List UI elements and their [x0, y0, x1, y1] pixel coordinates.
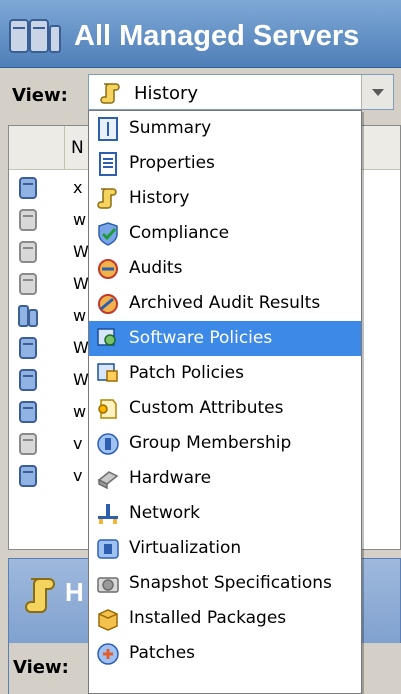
- server-icon: [19, 433, 37, 455]
- patch-policy-icon: [97, 363, 118, 382]
- server-icon: [19, 241, 37, 263]
- view-dropdown-list[interactable]: Summary Properties History Compliance Au…: [88, 110, 362, 694]
- archived-audit-icon: [98, 294, 118, 314]
- dropdown-item-snapshot-specifications[interactable]: Snapshot Specifications: [89, 566, 361, 601]
- summary-icon: [98, 117, 118, 141]
- dropdown-item-history[interactable]: History: [89, 181, 361, 216]
- view-selected-text: History: [134, 83, 199, 104]
- dropdown-item-properties[interactable]: Properties: [89, 146, 361, 181]
- snapshot-icon: [97, 577, 119, 593]
- installed-packages-icon: [98, 609, 118, 631]
- software-policy-icon: [97, 328, 116, 346]
- table-cell-name: v: [73, 466, 83, 485]
- table-cell-name: w: [73, 402, 87, 421]
- lower-view-label: View:: [13, 657, 69, 678]
- audits-icon: [98, 259, 118, 279]
- server-icon: [19, 209, 37, 231]
- dropdown-item-patches[interactable]: Patches: [89, 636, 361, 671]
- network-icon: [98, 504, 118, 524]
- view-select[interactable]: History: [88, 74, 394, 110]
- properties-icon: [99, 152, 117, 176]
- history-icon: [97, 188, 117, 209]
- server-group-icon: [18, 305, 38, 327]
- app-window: All Managed Servers View: History N x w: [0, 0, 401, 694]
- server-icon: [19, 273, 37, 295]
- server-icon: [19, 369, 37, 391]
- view-label: View:: [12, 85, 68, 106]
- table-cell-name: W: [73, 338, 89, 357]
- dropdown-item-compliance[interactable]: Compliance: [89, 216, 361, 251]
- history-icon: [25, 578, 55, 613]
- dropdown-item-summary[interactable]: Summary: [89, 111, 361, 146]
- patches-icon: [97, 643, 119, 665]
- dropdown-item-audits[interactable]: Audits: [89, 251, 361, 286]
- dropdown-item-software-policies[interactable]: Software Policies: [89, 321, 361, 356]
- table-cell-name: W: [73, 242, 89, 261]
- dropdown-item-patch-policies[interactable]: Patch Policies: [89, 356, 361, 391]
- server-icon: [19, 465, 37, 487]
- table-cell-name: w: [73, 210, 87, 229]
- chevron-down-icon[interactable]: [361, 75, 393, 109]
- table-cell-name: x: [73, 178, 83, 197]
- group-membership-icon: [97, 433, 119, 455]
- table-cell-name: w: [73, 306, 87, 325]
- table-header-icon-col[interactable]: [9, 126, 65, 170]
- dropdown-item-custom-attributes[interactable]: Custom Attributes: [89, 391, 361, 426]
- compliance-icon: [98, 222, 118, 246]
- dropdown-item-group-membership[interactable]: Group Membership: [89, 426, 361, 461]
- history-panel-title: H: [65, 577, 84, 607]
- dropdown-item-archived-audit-results[interactable]: Archived Audit Results: [89, 286, 361, 321]
- server-icon: [19, 337, 37, 359]
- dropdown-item-hardware[interactable]: Hardware: [89, 461, 361, 496]
- custom-attributes-icon: [98, 399, 117, 419]
- table-cell-name: W: [73, 274, 89, 293]
- dropdown-item-installed-packages[interactable]: Installed Packages: [89, 601, 361, 636]
- hardware-icon: [97, 471, 119, 490]
- virtualization-icon: [97, 539, 119, 559]
- history-icon: [100, 83, 120, 104]
- server-icon: [19, 177, 37, 199]
- table-cell-name: v: [73, 434, 83, 453]
- table-cell-name: W: [73, 370, 89, 389]
- server-icon: [19, 401, 37, 423]
- dropdown-item-virtualization[interactable]: Virtualization: [89, 531, 361, 566]
- table-header-name-label: N: [71, 138, 84, 158]
- page-title: All Managed Servers: [74, 20, 360, 52]
- managed-servers-icon: [9, 19, 61, 53]
- header-bar: All Managed Servers: [0, 0, 401, 68]
- dropdown-item-network[interactable]: Network: [89, 496, 361, 531]
